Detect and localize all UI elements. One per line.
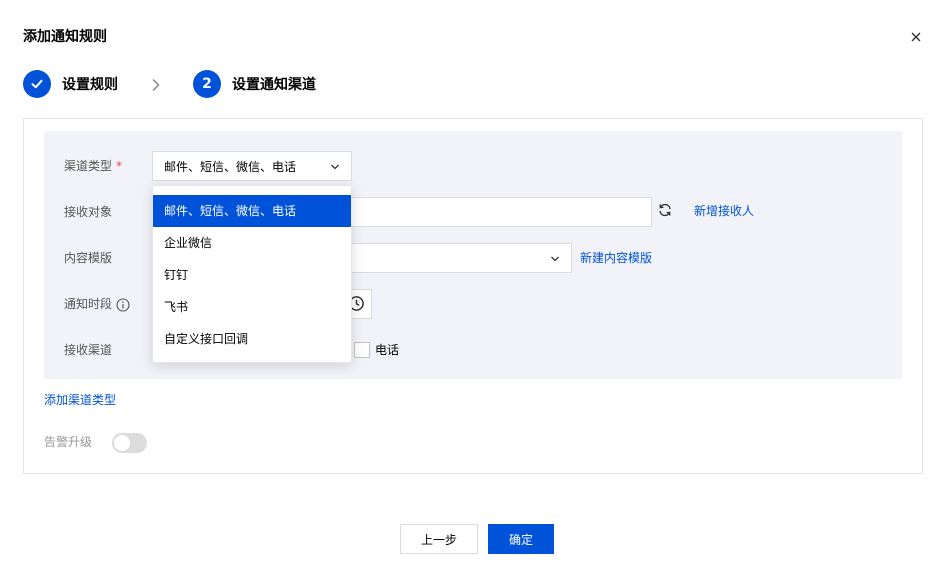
prev-step-button[interactable]: 上一步 bbox=[400, 524, 478, 554]
step-number: 2 bbox=[193, 70, 221, 98]
new-template-link[interactable]: 新建内容模版 bbox=[580, 250, 652, 266]
chevron-down-icon bbox=[331, 164, 339, 170]
template-select[interactable] bbox=[350, 243, 572, 273]
recipients-input[interactable] bbox=[350, 197, 652, 227]
dropdown-option[interactable]: 飞书 bbox=[153, 291, 351, 323]
chevron-right-icon bbox=[150, 77, 162, 92]
dropdown-option[interactable]: 自定义接口回调 bbox=[153, 323, 351, 355]
step-label: 设置规则 bbox=[62, 77, 118, 93]
phone-checkbox[interactable] bbox=[354, 342, 370, 358]
confirm-button[interactable]: 确定 bbox=[488, 524, 554, 554]
refresh-icon[interactable] bbox=[657, 202, 673, 218]
recipients-label: 接收对象 bbox=[64, 205, 113, 219]
template-label: 内容模版 bbox=[64, 251, 113, 265]
channel-type-value: 邮件、短信、微信、电话 bbox=[164, 159, 297, 174]
channel-type-select[interactable]: 邮件、短信、微信、电话 bbox=[152, 151, 352, 181]
receive-channel-label: 接收渠道 bbox=[64, 343, 113, 357]
add-recipient-link[interactable]: 新增接收人 bbox=[694, 203, 754, 219]
time-label: 通知时段 bbox=[64, 296, 130, 312]
dropdown-option[interactable]: 钉钉 bbox=[153, 259, 351, 291]
info-icon bbox=[116, 297, 130, 312]
alarm-upgrade-toggle[interactable] bbox=[112, 433, 147, 453]
channel-type-dropdown: 邮件、短信、微信、电话 企业微信 钉钉 飞书 自定义接口回调 bbox=[152, 185, 352, 363]
step-set-rule: 设置规则 bbox=[23, 70, 118, 98]
chevron-down-icon bbox=[551, 256, 559, 262]
phone-checkbox-label: 电话 bbox=[375, 343, 400, 357]
channel-type-label: 渠道类型 * bbox=[64, 159, 123, 173]
dropdown-option[interactable]: 邮件、短信、微信、电话 bbox=[153, 195, 351, 227]
step-set-channel: 2 设置通知渠道 bbox=[193, 70, 316, 98]
close-icon[interactable] bbox=[908, 29, 924, 45]
add-channel-type-link[interactable]: 添加渠道类型 bbox=[44, 392, 116, 408]
alarm-upgrade-label: 告警升级 bbox=[44, 435, 93, 449]
step-label: 设置通知渠道 bbox=[232, 77, 316, 93]
check-icon bbox=[23, 70, 51, 98]
dropdown-option[interactable]: 企业微信 bbox=[153, 227, 351, 259]
dialog-title: 添加通知规则 bbox=[23, 29, 107, 45]
toggle-knob bbox=[114, 435, 130, 451]
required-mark: * bbox=[116, 159, 123, 173]
